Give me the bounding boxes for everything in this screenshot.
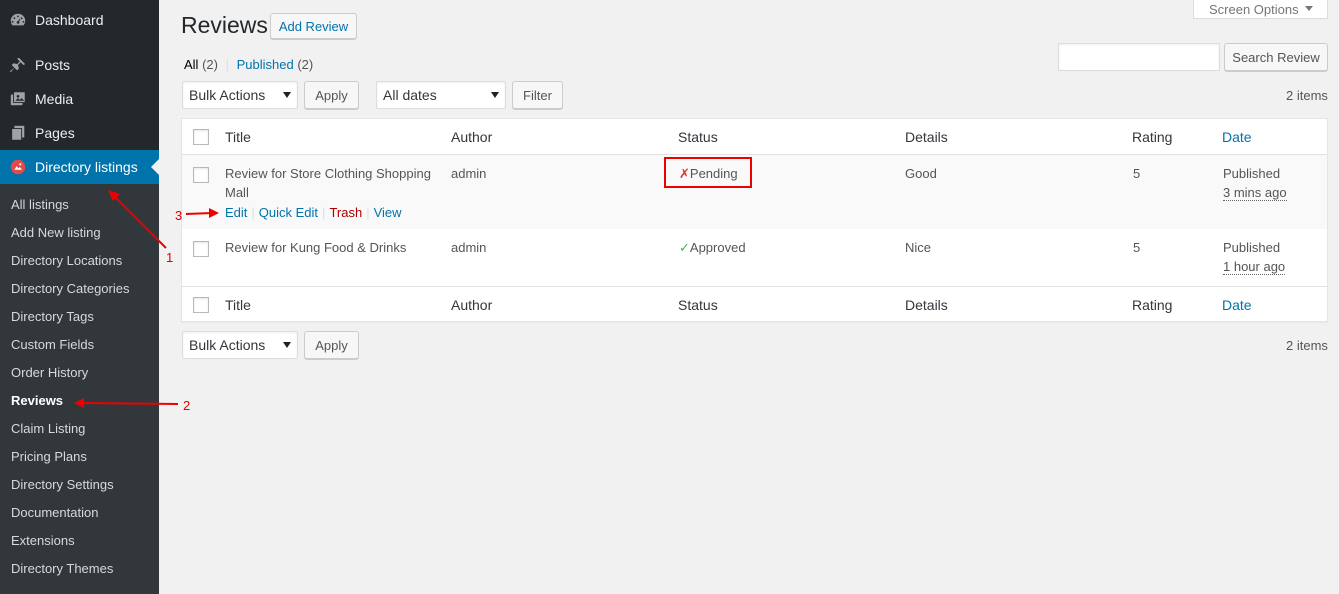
annotation-arrowhead-2 [74,398,84,408]
annotation-arrow-3 [185,212,213,215]
annotation-arrows [74,190,219,408]
annotation-arrowhead-3 [209,208,219,218]
annotation-arrow-2 [81,402,179,405]
annotation-arrow-1 [113,195,167,249]
